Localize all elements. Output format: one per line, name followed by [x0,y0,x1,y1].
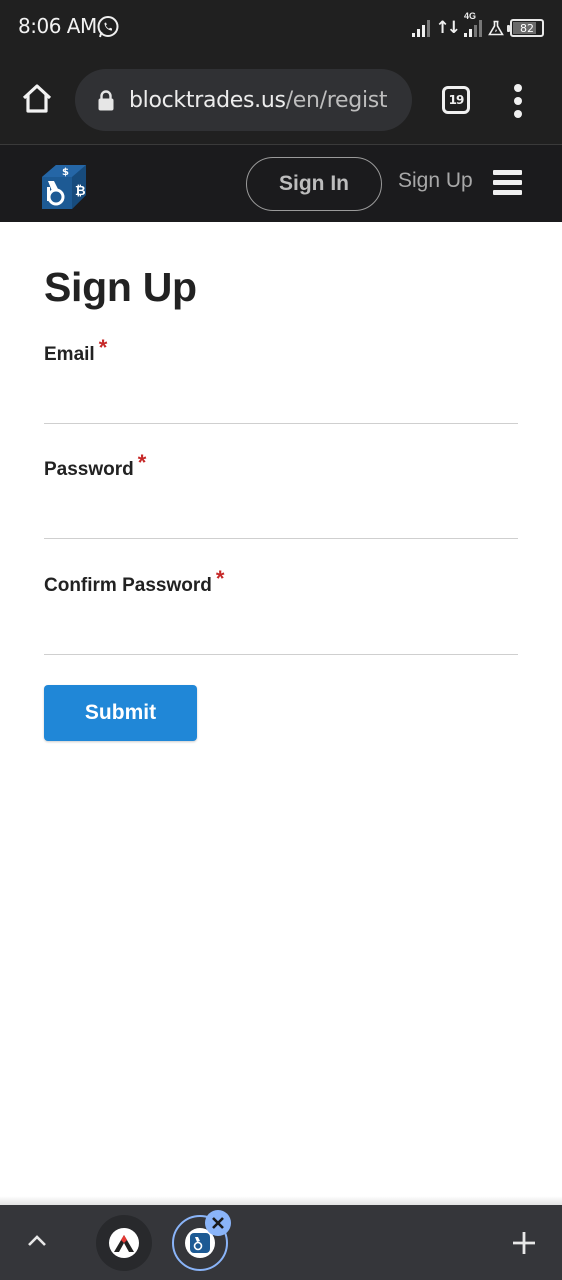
page-title: Sign Up [44,264,197,310]
required-marker: * [215,566,225,591]
sign-up-link[interactable]: Sign Up [398,169,473,193]
svg-text:$: $ [62,167,69,178]
email-input[interactable] [44,380,518,424]
tab-thumbnail-1[interactable] [96,1215,152,1271]
site-favicon-icon [114,1235,134,1252]
home-icon[interactable] [18,80,56,118]
sign-in-button[interactable]: Sign In [246,157,382,211]
battery-icon: 82 [507,19,544,37]
tab-strip [0,1205,562,1280]
email-field-group: Email * [44,335,518,424]
svg-text:₿: ₿ [75,184,86,199]
lock-icon [98,90,114,111]
confirm-password-input[interactable] [44,611,518,655]
signal-icon [411,19,430,37]
required-marker: * [137,450,147,475]
blocktrades-logo[interactable]: $ ₿ [38,159,90,211]
more-vert-icon[interactable] [508,84,528,118]
chevron-up-icon[interactable] [24,1231,50,1251]
status-icons: ↑↓ 4G 82 [411,11,544,40]
required-marker: * [98,335,108,360]
url-domain: blocktrades.us [129,87,286,113]
blocktrades-favicon-icon [190,1233,210,1253]
confirm-password-field-group: Confirm Password * [44,566,518,655]
status-bar: 8:06 AM ↑↓ 4G 82 [0,0,562,56]
password-field-group: Password * [44,450,518,539]
tab-switcher-button[interactable]: 19 [442,86,470,114]
submit-button[interactable]: Submit [44,685,197,741]
plus-icon[interactable] [510,1229,538,1257]
battery-percent: 82 [520,21,534,35]
close-tab-icon[interactable] [205,1210,231,1236]
whatsapp-icon [97,16,119,38]
url-path: /en/regist [285,87,388,113]
password-input[interactable] [44,495,518,539]
browser-toolbar: blocktrades.us/en/regist 19 [0,56,562,144]
signal-4g-icon: 4G [464,11,482,37]
hamburger-icon[interactable] [493,170,522,195]
status-time: 8:06 AM [18,14,97,38]
confirm-password-label: Confirm Password * [44,566,225,596]
flask-icon [488,20,504,36]
email-label: Email * [44,335,108,365]
url-text: blocktrades.us/en/regist [129,88,387,113]
site-header: $ ₿ Sign In Sign Up [0,144,562,222]
data-transfer-icon: ↑↓ [435,18,461,38]
address-bar[interactable]: blocktrades.us/en/regist [75,69,412,131]
password-label: Password * [44,450,147,480]
